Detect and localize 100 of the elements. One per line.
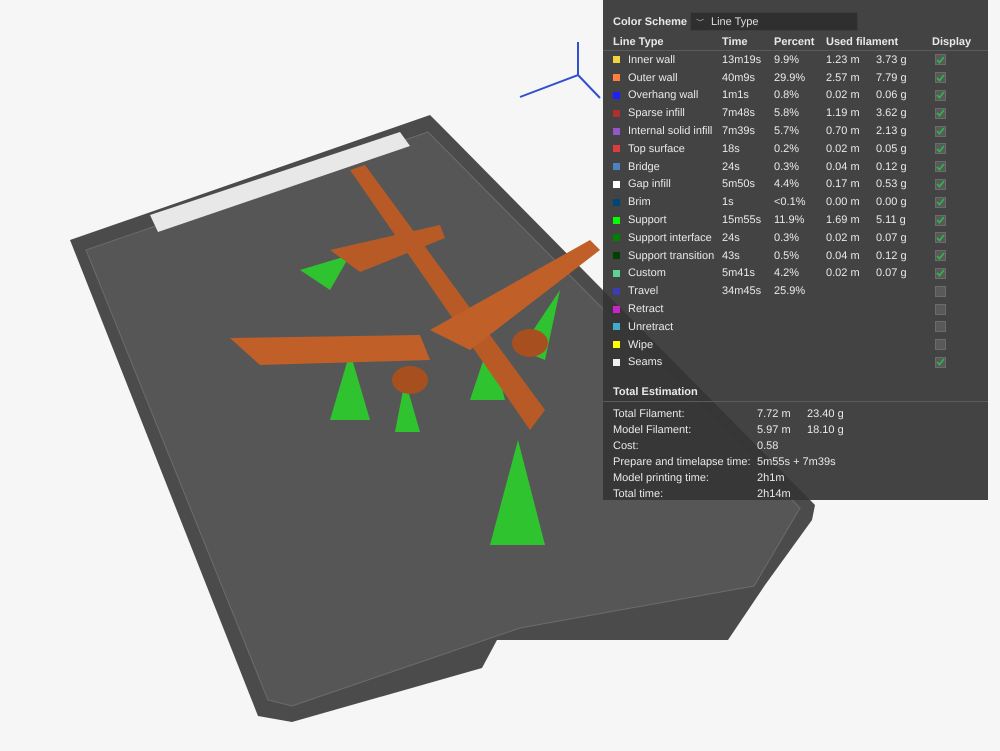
time-value: 43s (722, 250, 741, 262)
line-type-name: Custom (628, 267, 667, 280)
line-type-name: Support interface (628, 232, 713, 244)
line-type-name: Bridge (628, 160, 661, 173)
line-type-name: Support transition (628, 250, 716, 262)
display-checkbox[interactable] (935, 90, 946, 101)
length-value: 0.70 m (826, 125, 861, 138)
line-type-name: Wipe (628, 338, 654, 351)
display-checkbox[interactable] (935, 268, 946, 279)
length-value: 0.04 m (826, 250, 861, 262)
display-checkbox[interactable] (935, 356, 946, 368)
time-value: 1s (722, 196, 735, 208)
length-value: 0.02 m (826, 89, 861, 102)
weight-value: 0.00 g (876, 196, 908, 208)
total-value: 0.58 (757, 440, 780, 452)
total-label: Cost: (613, 440, 640, 452)
total-value: 2h14m (757, 488, 792, 500)
total-value: 7.72 m (757, 408, 792, 420)
display-checkbox[interactable] (935, 143, 946, 154)
display-checkbox[interactable] (935, 54, 946, 66)
length-value: 1.69 m (826, 214, 861, 226)
line-type-name: Sparse infill (628, 107, 686, 120)
time-value: 7m48s (722, 107, 756, 120)
check-icon (936, 358, 945, 366)
used-filament-header: Used filament (826, 36, 900, 48)
weight-value: 0.07 g (876, 267, 908, 280)
total-label: Total Filament: (613, 408, 686, 420)
time-value: 7m39s (722, 125, 756, 138)
weight-value: 0.07 g (876, 232, 908, 244)
total-value: 5.97 m (757, 424, 792, 436)
time-value: 15m55s (722, 214, 762, 226)
display-checkbox[interactable] (935, 339, 946, 350)
weight-value: 3.62 g (876, 107, 908, 120)
time-value: 24s (722, 160, 741, 173)
time-value: 5m41s (722, 267, 756, 280)
percent-value: 11.9% (774, 214, 806, 226)
line-type-name: Internal solid infill (628, 125, 714, 138)
time-value: 5m50s (722, 178, 756, 190)
line-type-name: Seams (628, 356, 664, 368)
time-value: 13m19s (722, 54, 762, 66)
line-type-name: Unretract (628, 320, 674, 333)
display-checkbox[interactable] (935, 126, 946, 137)
time-value: 1m1s (722, 89, 750, 102)
percent-value: 0.2% (774, 142, 800, 155)
weight-value: 0.12 g (876, 160, 908, 173)
weight-value: 3.73 g (876, 54, 908, 66)
percent-value: 5.8% (774, 107, 800, 120)
total-value: 2h1m (757, 472, 786, 484)
total-label: Prepare and timelapse time: (613, 456, 752, 468)
percent-value: 25.9% (774, 285, 806, 298)
length-value: 0.02 m (826, 232, 861, 244)
length-value: 0.17 m (826, 178, 861, 190)
line-type-name: Overhang wall (628, 89, 700, 102)
percent-value: 29.9% (774, 72, 806, 84)
display-checkbox[interactable] (935, 286, 946, 297)
percent-value: 0.8% (774, 89, 800, 102)
time-value: 40m9s (722, 72, 756, 84)
display-checkbox[interactable] (935, 250, 946, 262)
display-checkbox[interactable] (935, 232, 946, 244)
display-checkbox[interactable] (935, 72, 946, 84)
length-value: 0.02 m (826, 142, 861, 155)
line-type-name: Inner wall (628, 54, 676, 66)
line-type-name: Gap infill (628, 178, 672, 190)
display-checkbox[interactable] (935, 214, 946, 226)
length-value: 0.04 m (826, 160, 861, 173)
total-label: Model Filament: (613, 424, 692, 436)
check-icon (936, 56, 945, 64)
percent-header: Percent (774, 36, 816, 48)
total-value: 18.10 g (807, 424, 845, 436)
percent-value: <0.1% (774, 196, 806, 208)
time-value: 24s (722, 232, 741, 244)
display-header: Display (932, 36, 972, 48)
line-type-name: Retract (628, 303, 664, 316)
total-estimation-title: Total Estimation (613, 386, 698, 398)
percent-value: 0.5% (774, 250, 800, 262)
display-checkbox[interactable] (935, 196, 946, 208)
color-scheme-dropdown[interactable]: ﹀ Line Type (690, 12, 858, 31)
time-value: 18s (722, 142, 741, 155)
display-checkbox[interactable] (935, 304, 946, 315)
total-label: Model printing time: (613, 472, 710, 484)
check-icon (936, 109, 945, 118)
total-value: 5m55s + 7m39s (757, 456, 837, 468)
length-value: 1.19 m (826, 107, 861, 120)
display-checkbox[interactable] (935, 321, 946, 332)
time-header: Time (722, 36, 748, 48)
weight-value: 5.11 g (876, 214, 907, 226)
display-checkbox[interactable] (935, 161, 946, 172)
weight-value: 0.06 g (876, 89, 908, 102)
display-checkbox[interactable] (935, 108, 946, 119)
color-scheme-label: Color Scheme (613, 16, 688, 28)
percent-value: 9.9% (774, 54, 800, 66)
length-value: 0.00 m (826, 196, 861, 208)
percent-value: 4.4% (774, 178, 800, 190)
percent-value: 5.7% (774, 125, 800, 138)
weight-value: 0.53 g (876, 178, 908, 190)
line-type-name: Top surface (628, 142, 686, 155)
total-value: 23.40 g (807, 408, 845, 420)
line-type-name: Travel (628, 285, 660, 298)
display-checkbox[interactable] (935, 178, 946, 190)
weight-value: 7.79 g (876, 72, 908, 84)
